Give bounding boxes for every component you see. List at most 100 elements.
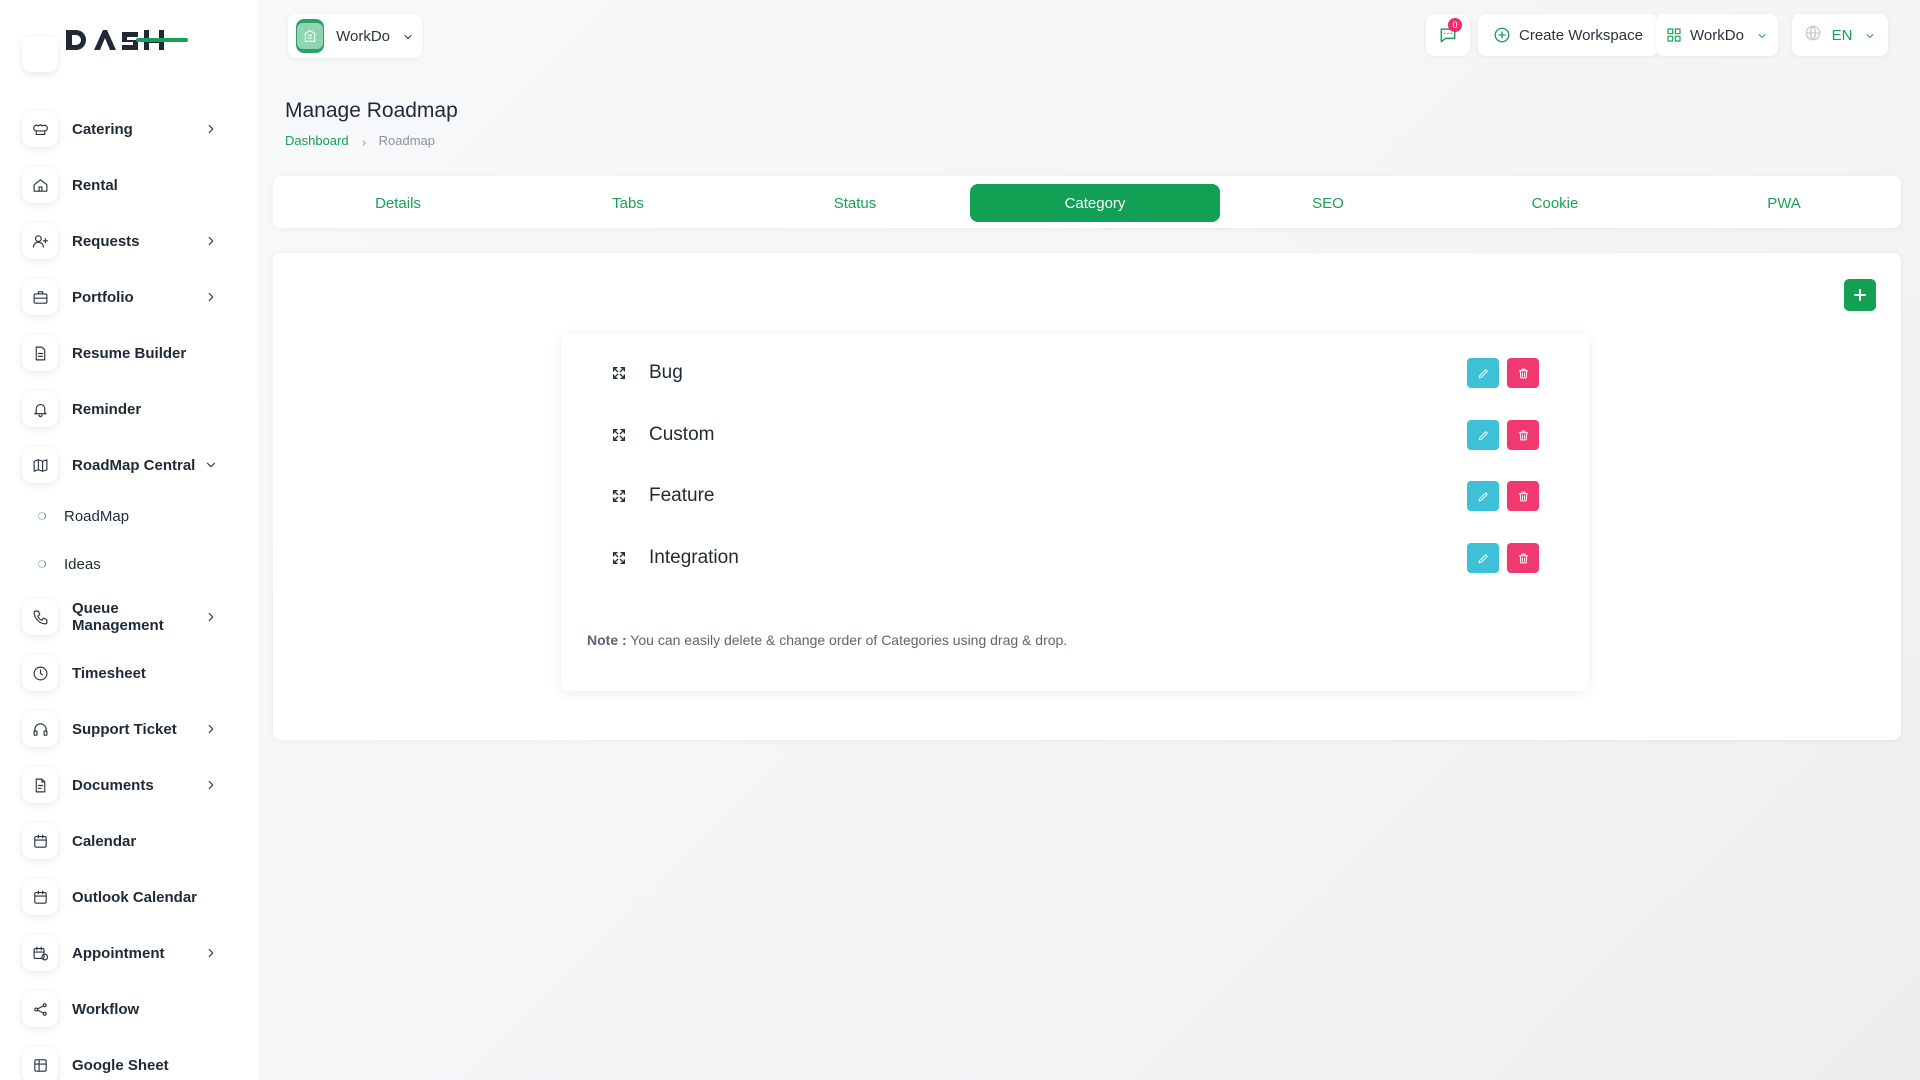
map-icon (22, 447, 58, 483)
chevron-right-icon (204, 610, 218, 624)
sidebar-item-roadmap-central[interactable]: RoadMap Central (22, 445, 236, 485)
tab-pwa[interactable]: PWA (1684, 184, 1884, 222)
list-item[interactable]: Feature (611, 479, 1539, 513)
breadcrumb: Dashboard Roadmap (285, 133, 435, 148)
list-item[interactable]: Bug (611, 356, 1539, 390)
sidebar-item-support-ticket[interactable]: Support Ticket (22, 709, 236, 749)
sidebar-item-outlook-calendar[interactable]: Outlook Calendar (22, 877, 236, 917)
language-label: EN (1831, 26, 1853, 44)
list-item[interactable]: Integration (611, 541, 1539, 575)
tab-category[interactable]: Category (970, 184, 1220, 222)
sidebar-item-label: Google Sheet (72, 1056, 169, 1074)
category-name: Feature (649, 485, 715, 506)
edit-button[interactable] (1467, 543, 1499, 573)
workspace-selector[interactable]: WorkDo (288, 14, 422, 58)
tab-seo[interactable]: SEO (1228, 184, 1428, 222)
calendar-clock-icon (22, 935, 58, 971)
chevron-right-icon (204, 946, 218, 960)
edit-button[interactable] (1467, 481, 1499, 511)
sidebar-item-workflow[interactable]: Workflow (22, 989, 236, 1029)
create-workspace-label: Create Workspace (1519, 26, 1643, 44)
sidebar-item-label: Appointment (72, 944, 165, 962)
note-text: You can easily delete & change order of … (626, 632, 1068, 648)
home-icon (22, 167, 58, 203)
category-name: Bug (649, 362, 683, 383)
trash-icon (1518, 491, 1528, 501)
headphones-icon (22, 711, 58, 747)
breadcrumb-dashboard-link[interactable]: Dashboard (285, 133, 349, 148)
sidebar-item-calendar[interactable]: Calendar (22, 821, 236, 861)
sidebar-item-label: Calendar (72, 832, 137, 850)
chevron-right-icon (204, 290, 218, 304)
sidebar-item-google-sheet[interactable]: Google Sheet (22, 1045, 236, 1080)
grid-icon (1667, 28, 1681, 42)
plus-circle-icon (1494, 27, 1510, 43)
sidebar-subitem-label: RoadMap (64, 507, 130, 525)
tab-details[interactable]: Details (298, 184, 498, 222)
add-category-button[interactable] (1844, 279, 1876, 311)
list-item[interactable]: Custom (611, 418, 1539, 452)
drag-handle-icon[interactable] (611, 550, 627, 566)
chevron-right-icon (204, 722, 218, 736)
category-name: Integration (649, 547, 739, 568)
edit-button[interactable] (1467, 420, 1499, 450)
pencil-icon (1478, 368, 1488, 378)
pencil-icon (1478, 491, 1488, 501)
message-count-badge: 0 (1448, 18, 1462, 32)
file-icon (22, 767, 58, 803)
user-menu-button[interactable]: WorkDo (1656, 14, 1778, 56)
delete-button[interactable] (1507, 481, 1539, 511)
partial-icon (22, 36, 58, 72)
trash-icon (1518, 368, 1528, 378)
briefcase-icon (22, 279, 58, 315)
chevron-down-icon (1756, 29, 1768, 41)
sidebar-item-documents[interactable]: Documents (22, 765, 236, 805)
sidebar-item-label: Resume Builder (72, 344, 187, 362)
sidebar-item-rental[interactable]: Rental (22, 165, 236, 205)
sidebar-item-catering[interactable]: Catering (22, 109, 236, 149)
sidebar-item-portfolio[interactable]: Portfolio (22, 277, 236, 317)
clock-icon (22, 655, 58, 691)
chevron-right-icon (204, 778, 218, 792)
user-plus-icon (22, 223, 58, 259)
file-text-icon (22, 335, 58, 371)
language-selector[interactable]: EN (1792, 14, 1888, 56)
chevron-right-icon (204, 122, 218, 136)
sidebar-item-queue-management[interactable]: Queue Management (22, 597, 236, 637)
sidebar-item-resume-builder[interactable]: Resume Builder (22, 333, 236, 373)
bullet-icon (38, 512, 46, 520)
sidebar-item-appointment[interactable]: Appointment (22, 933, 236, 973)
sidebar-item-label: Documents (72, 776, 154, 794)
sidebar-item-partial[interactable] (22, 34, 236, 74)
breadcrumb-current: Roadmap (378, 133, 435, 148)
tab-tabs[interactable]: Tabs (528, 184, 728, 222)
chevron-right-icon (204, 234, 218, 248)
delete-button[interactable] (1507, 420, 1539, 450)
sidebar-item-label: RoadMap Central (72, 456, 196, 474)
globe-icon (1804, 24, 1822, 46)
sidebar-item-label: Queue Management (72, 600, 164, 634)
sidebar-subitem-ideas[interactable]: Ideas (38, 550, 101, 578)
drag-handle-icon[interactable] (611, 427, 627, 443)
sidebar-item-timesheet[interactable]: Timesheet (22, 653, 236, 693)
create-workspace-button[interactable]: Create Workspace (1478, 14, 1658, 56)
sidebar: Catering Rental Requests Portfolio Resum… (0, 0, 258, 1080)
drag-handle-icon[interactable] (611, 488, 627, 504)
drag-handle-icon[interactable] (611, 365, 627, 381)
delete-button[interactable] (1507, 358, 1539, 388)
pencil-icon (1478, 430, 1488, 440)
chevron-down-icon (204, 458, 218, 472)
sidebar-item-label: Portfolio (72, 288, 134, 306)
messages-button[interactable]: 0 (1426, 14, 1470, 56)
phone-icon (22, 599, 58, 635)
workspace-avatar (296, 19, 325, 53)
sidebar-item-label: Timesheet (72, 664, 146, 682)
sidebar-item-requests[interactable]: Requests (22, 221, 236, 261)
sidebar-subitem-roadmap[interactable]: RoadMap (38, 502, 129, 530)
tab-cookie[interactable]: Cookie (1455, 184, 1655, 222)
calendar-icon (22, 823, 58, 859)
delete-button[interactable] (1507, 543, 1539, 573)
tab-status[interactable]: Status (755, 184, 955, 222)
edit-button[interactable] (1467, 358, 1499, 388)
sidebar-item-reminder[interactable]: Reminder (22, 389, 236, 429)
